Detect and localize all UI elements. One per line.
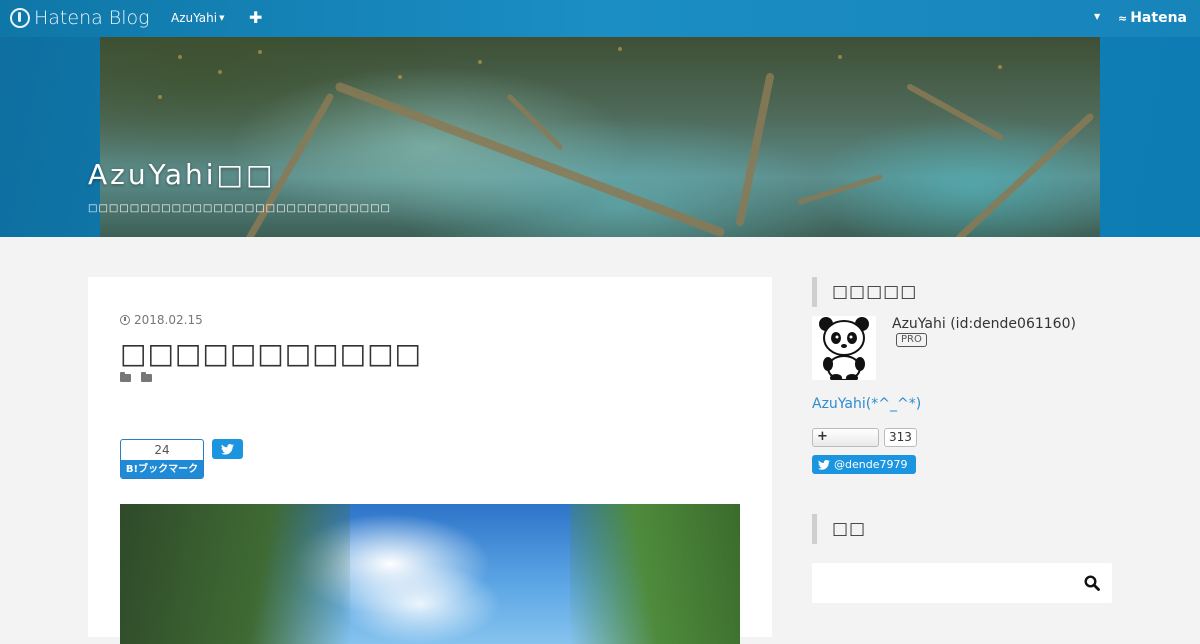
subscriber-count: 313 — [884, 428, 917, 447]
hatena-bird-icon: ≈ — [1118, 11, 1128, 25]
bookmark-label: B!ブックマーク — [121, 460, 203, 478]
profile-link[interactable]: AzuYahi(*^_^*) — [812, 396, 921, 412]
hatena-bookmark-button[interactable]: 24 B!ブックマーク — [120, 439, 204, 479]
hatena-blog-logo[interactable]: Hatena Blog — [10, 7, 150, 29]
hatena-logo-icon — [10, 8, 30, 28]
user-menu-label: AzuYahi — [171, 11, 218, 25]
twitter-follow-button[interactable]: @dende7979 — [812, 455, 916, 474]
bookmark-count: 24 — [154, 443, 170, 457]
twitter-icon — [818, 459, 830, 470]
hatena-brand-link[interactable]: ≈ Hatena — [1118, 10, 1187, 26]
clock-icon — [120, 315, 130, 325]
article-card: 2018.02.15 □□□□□□□□□□□ 24 B!ブックマーク — [88, 277, 772, 644]
subscribe-button[interactable]: + — [812, 428, 879, 447]
chevron-down-icon[interactable]: ▼ — [1094, 12, 1100, 21]
entry-date-text: 2018.02.15 — [134, 313, 203, 327]
user-menu[interactable]: AzuYahi ▼ — [171, 11, 224, 25]
entry-photo[interactable] — [120, 504, 740, 644]
blog-title[interactable]: AzuYahi□□ — [88, 158, 275, 191]
plus-icon: + — [817, 429, 828, 444]
entry-categories — [120, 372, 152, 382]
entry-title[interactable]: □□□□□□□□□□□ — [120, 337, 422, 370]
pro-badge: PRO — [896, 333, 927, 347]
hatena-brand-text: Hatena — [1130, 10, 1187, 26]
global-header: Hatena Blog AzuYahi ▼ ✚ ▼ ≈ Hatena — [0, 0, 1200, 37]
folder-icon[interactable] — [141, 372, 152, 382]
blog-description: □□□□□□□□□□□□□□□□□□□□□□□□□□□□□ — [88, 203, 391, 214]
plus-icon[interactable]: ✚ — [249, 8, 262, 27]
avatar[interactable] — [812, 316, 876, 382]
search-input[interactable] — [812, 563, 1112, 603]
panda-avatar-icon — [812, 316, 876, 382]
folder-icon[interactable] — [120, 372, 131, 382]
chevron-down-icon: ▼ — [219, 14, 225, 22]
twitter-icon — [221, 443, 234, 455]
profile-name[interactable]: AzuYahi (id:dende061160) — [892, 316, 1076, 332]
profile-heading: □□□□□ — [812, 277, 1112, 307]
logo-text: Hatena Blog — [34, 7, 150, 29]
entry-date[interactable]: 2018.02.15 — [120, 313, 203, 327]
blog-header: AzuYahi□□ □□□□□□□□□□□□□□□□□□□□□□□□□□□□□ — [0, 37, 1200, 237]
search-icon[interactable] — [1084, 575, 1100, 591]
photo-trees-right — [570, 504, 740, 644]
photo-trees-left — [120, 504, 350, 644]
search-heading: □□ — [812, 514, 1112, 544]
twitter-share-button[interactable] — [212, 439, 243, 459]
twitter-handle: @dende7979 — [834, 458, 908, 471]
